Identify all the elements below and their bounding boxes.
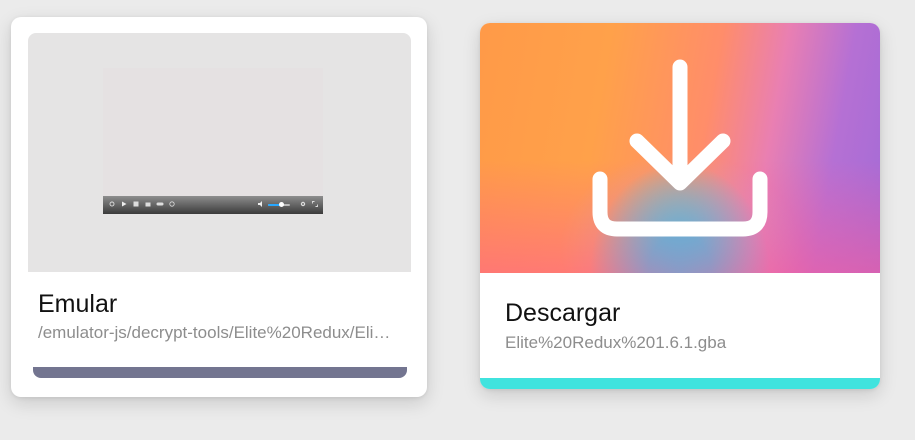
volume-slider xyxy=(268,202,290,207)
emulator-control-bar xyxy=(103,196,323,214)
load-state-icon xyxy=(145,201,151,207)
emulate-path: /emulator-js/decrypt-tools/Elite%20Redux… xyxy=(38,323,394,342)
gamepad-icon xyxy=(156,201,164,207)
fullscreen-icon xyxy=(312,201,318,207)
download-filename: Elite%20Redux%201.6.1.gba xyxy=(505,333,727,352)
volume-icon xyxy=(258,201,266,207)
cheat-icon xyxy=(169,201,175,207)
restart-icon xyxy=(109,201,115,207)
download-title: Descargar xyxy=(505,299,621,327)
download-card[interactable]: Descargar Elite%20Redux%201.6.1.gba xyxy=(480,23,880,389)
download-accent-bar xyxy=(480,378,880,389)
download-artwork xyxy=(480,23,880,273)
emulate-card[interactable]: Emular /emulator-js/decrypt-tools/Elite%… xyxy=(11,17,427,397)
emulate-title: Emular xyxy=(38,290,118,318)
play-icon xyxy=(121,201,127,207)
emulator-preview xyxy=(28,33,411,272)
emulator-screen xyxy=(103,68,323,214)
settings-icon xyxy=(300,201,306,207)
download-icon xyxy=(590,59,770,244)
save-state-icon xyxy=(133,201,139,207)
emulate-accent-bar xyxy=(33,367,407,378)
